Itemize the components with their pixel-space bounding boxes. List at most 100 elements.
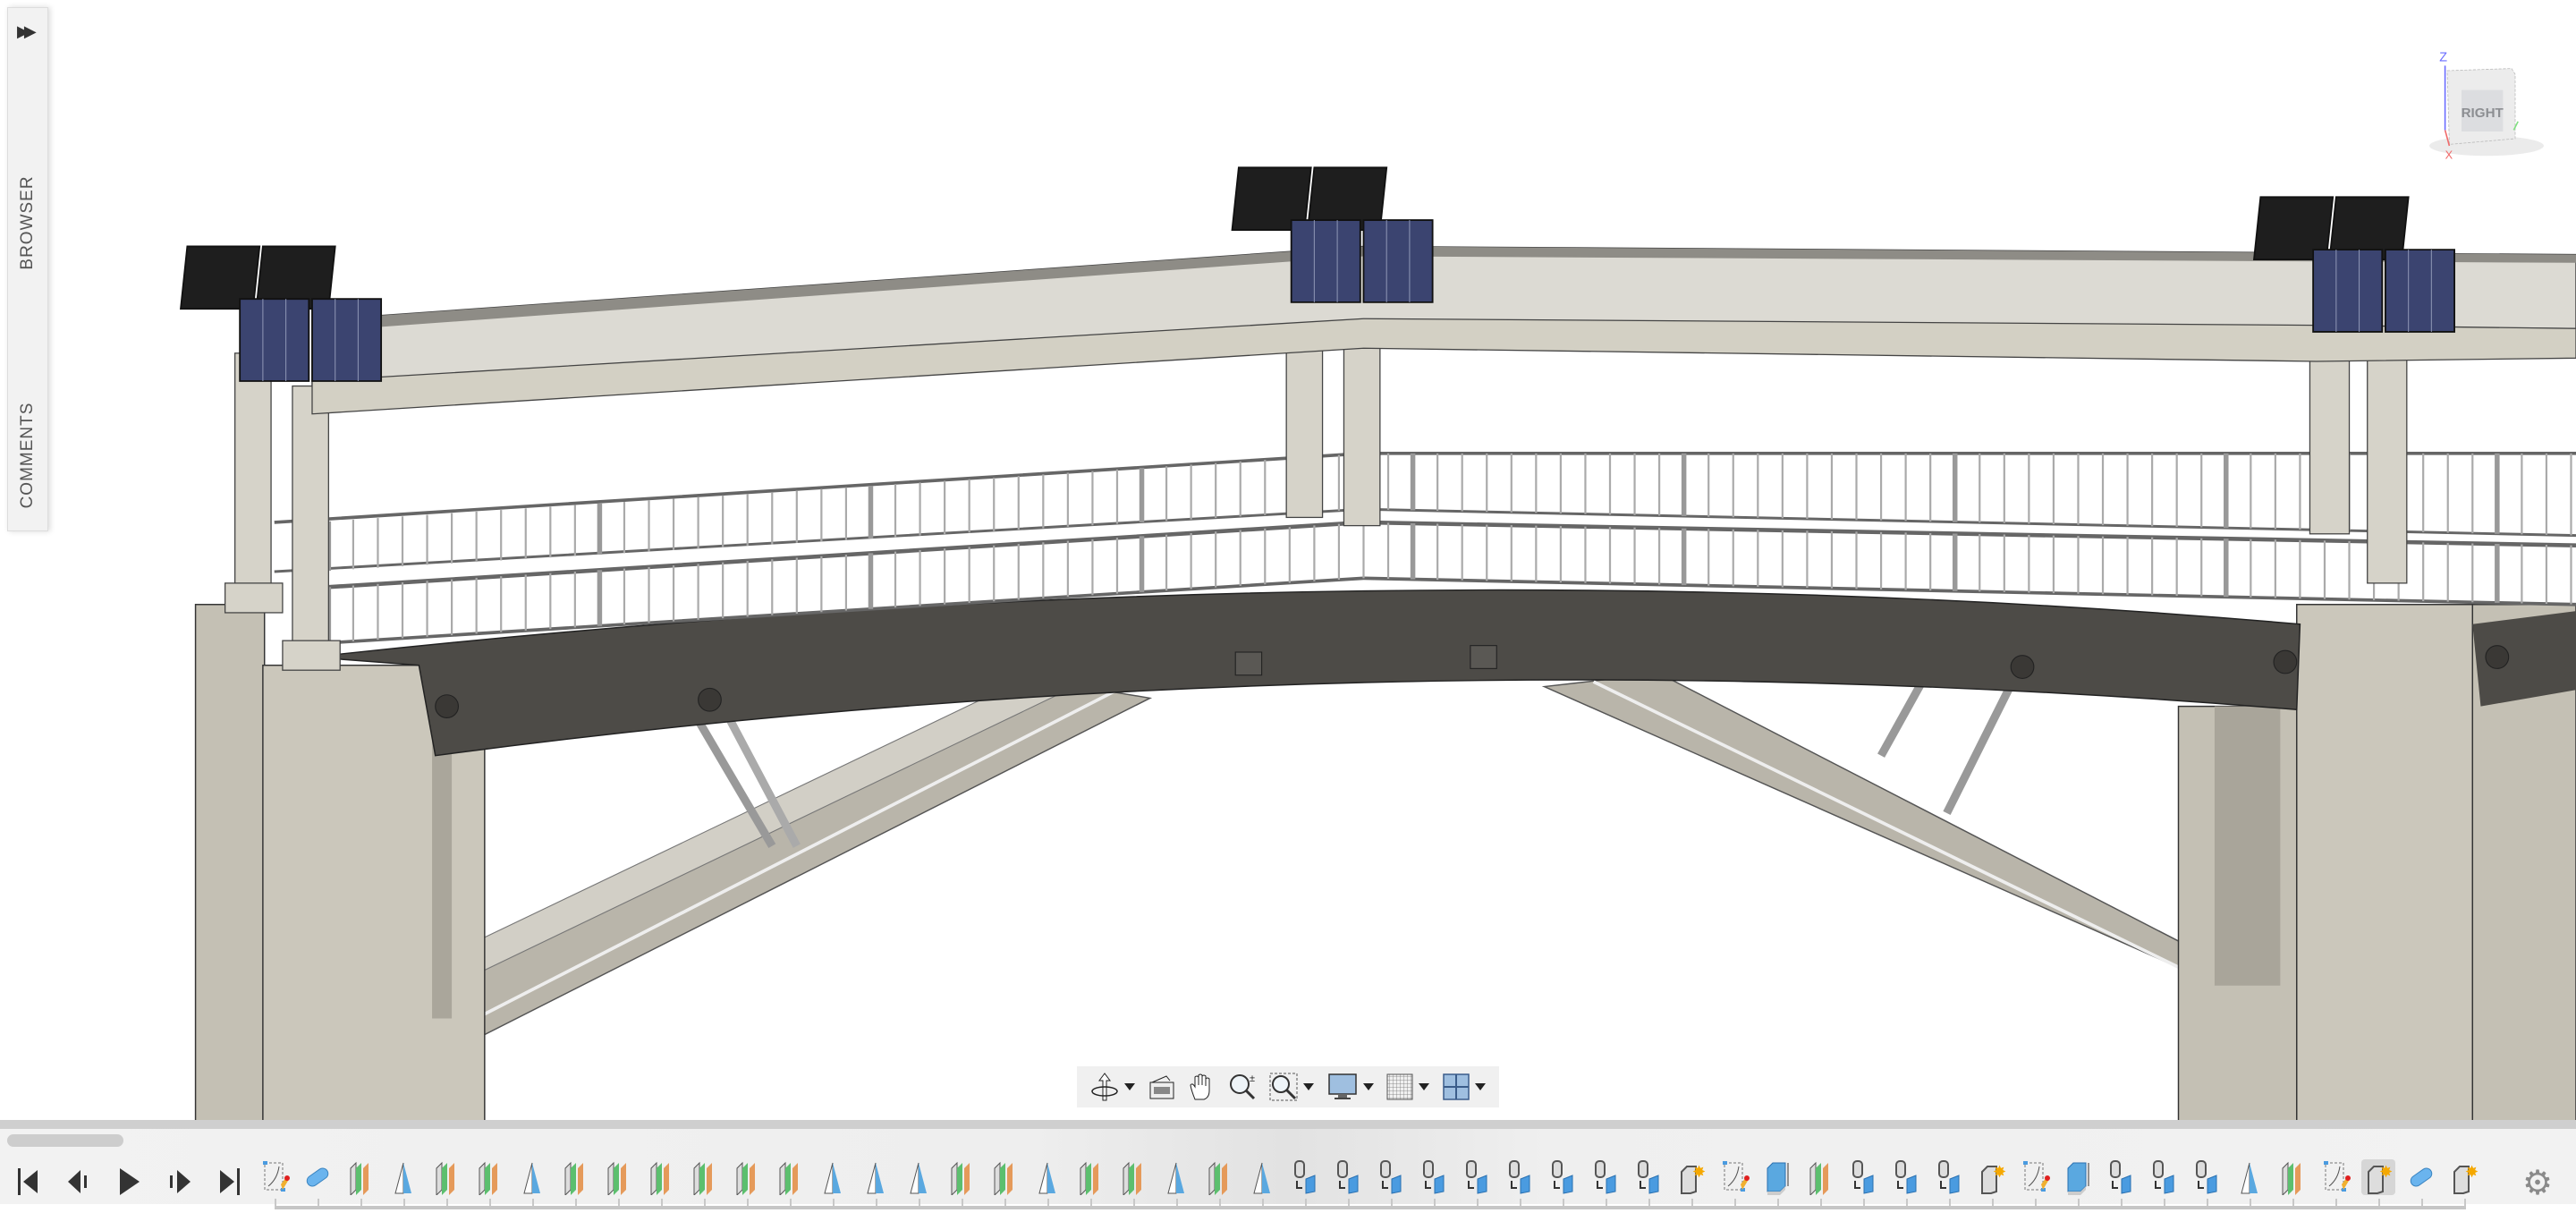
timeline-feature-plane[interactable] bbox=[601, 1159, 635, 1195]
timeline-feature-plane[interactable] bbox=[644, 1159, 678, 1195]
timeline-features: ✸ ✸ ✸ ✸ bbox=[0, 1129, 2576, 1213]
timeline-feature-plane[interactable] bbox=[1803, 1159, 1837, 1195]
timeline-feature-axis[interactable] bbox=[1245, 1159, 1279, 1195]
grid-icon bbox=[1386, 1073, 1413, 1100]
move-icon bbox=[2147, 1159, 2181, 1195]
timeline-feature-move[interactable] bbox=[1288, 1159, 1322, 1195]
timeline-feature-move[interactable] bbox=[1932, 1159, 1966, 1195]
timeline-feature-move[interactable] bbox=[1889, 1159, 1923, 1195]
viewports-button[interactable] bbox=[1443, 1073, 1486, 1100]
timeline-feature-plane[interactable] bbox=[2275, 1159, 2309, 1195]
timeline-feature-extrude[interactable] bbox=[1760, 1159, 1794, 1195]
timeline-feature-plane[interactable] bbox=[429, 1159, 463, 1195]
timeline-feature-component[interactable]: ✸ bbox=[1674, 1159, 1708, 1195]
chevron-down-icon[interactable] bbox=[1303, 1083, 1314, 1090]
timeline-feature-axis[interactable] bbox=[2233, 1159, 2267, 1195]
timeline-feature-extrude[interactable] bbox=[2061, 1159, 2095, 1195]
timeline-feature-move[interactable] bbox=[1374, 1159, 1408, 1195]
axis-icon bbox=[1245, 1159, 1279, 1195]
axis-icon bbox=[515, 1159, 549, 1195]
gear-icon[interactable]: ⚙ bbox=[2522, 1163, 2553, 1203]
browser-tab-label: BROWSER bbox=[18, 175, 38, 269]
pan-button[interactable] bbox=[1188, 1073, 1215, 1101]
zoom-button[interactable]: ± bbox=[1228, 1073, 1257, 1101]
move-icon bbox=[2104, 1159, 2138, 1195]
timeline-feature-plane[interactable] bbox=[472, 1159, 506, 1195]
timeline-feature-sketch[interactable] bbox=[1717, 1159, 1751, 1195]
orbit-button[interactable] bbox=[1090, 1072, 1135, 1102]
timeline-feature-plane[interactable] bbox=[558, 1159, 592, 1195]
timeline-feature-axis[interactable] bbox=[386, 1159, 420, 1195]
timeline-feature-axis[interactable] bbox=[902, 1159, 936, 1195]
move-icon bbox=[1460, 1159, 1494, 1195]
timeline-feature-axis[interactable] bbox=[1030, 1159, 1064, 1195]
timeline-feature-pipe[interactable] bbox=[301, 1159, 335, 1195]
timeline-feature-axis[interactable] bbox=[1159, 1159, 1193, 1195]
timeline-feature-move[interactable] bbox=[2104, 1159, 2138, 1195]
browser-tab[interactable]: BROWSER bbox=[8, 142, 47, 303]
svg-text:Z: Z bbox=[2439, 51, 2447, 65]
double-chevron-right-icon[interactable]: ▶▶ bbox=[17, 22, 31, 41]
timeline-feature-sketch[interactable] bbox=[258, 1159, 292, 1195]
move-icon bbox=[2190, 1159, 2224, 1195]
timeline-feature-move[interactable] bbox=[1546, 1159, 1580, 1195]
timeline-feature-move[interactable] bbox=[1417, 1159, 1451, 1195]
timeline-feature-component[interactable]: ✸ bbox=[2447, 1159, 2481, 1195]
timeline-feature-plane[interactable] bbox=[1073, 1159, 1107, 1195]
svg-text:✸: ✸ bbox=[1692, 1163, 1706, 1181]
look-at-button[interactable] bbox=[1148, 1073, 1175, 1100]
3d-viewport[interactable] bbox=[0, 0, 2576, 1120]
plane-icon bbox=[945, 1159, 979, 1195]
timeline-feature-move[interactable] bbox=[1846, 1159, 1880, 1195]
timeline-feature-move[interactable] bbox=[1589, 1159, 1623, 1195]
timeline-feature-axis[interactable] bbox=[859, 1159, 893, 1195]
sketch-icon bbox=[1717, 1159, 1751, 1195]
chevron-down-icon[interactable] bbox=[1419, 1083, 1429, 1090]
grid-snaps-button[interactable] bbox=[1386, 1073, 1429, 1100]
timeline-feature-pipe[interactable] bbox=[2404, 1159, 2438, 1195]
timeline-feature-plane[interactable] bbox=[730, 1159, 764, 1195]
axis-icon bbox=[1159, 1159, 1193, 1195]
timeline-feature-plane[interactable] bbox=[1202, 1159, 1236, 1195]
timeline-feature-component[interactable]: ✸ bbox=[1975, 1159, 2009, 1195]
component-icon: ✸ bbox=[2447, 1159, 2481, 1195]
timeline-feature-plane[interactable] bbox=[773, 1159, 807, 1195]
svg-text:✸: ✸ bbox=[2379, 1163, 2393, 1181]
timeline-feature-plane[interactable] bbox=[1116, 1159, 1150, 1195]
timeline-feature-move[interactable] bbox=[2147, 1159, 2181, 1195]
comments-tab-label: COMMENTS bbox=[18, 403, 38, 509]
timeline-feature-move[interactable] bbox=[1460, 1159, 1494, 1195]
move-icon bbox=[1546, 1159, 1580, 1195]
fit-button[interactable] bbox=[1269, 1073, 1314, 1101]
timeline-feature-axis[interactable] bbox=[816, 1159, 850, 1195]
chevron-down-icon[interactable] bbox=[1124, 1083, 1135, 1090]
deck-girder bbox=[312, 590, 2300, 756]
component-icon: ✸ bbox=[1674, 1159, 1708, 1195]
timeline-feature-move[interactable] bbox=[2190, 1159, 2224, 1195]
component-icon: ✸ bbox=[2361, 1159, 2395, 1195]
chevron-down-icon[interactable] bbox=[1363, 1083, 1374, 1090]
zoom-icon: ± bbox=[1228, 1073, 1257, 1101]
view-cube[interactable]: RIGHT Z X bbox=[2415, 27, 2558, 179]
timeline-feature-sketch[interactable] bbox=[2318, 1159, 2352, 1195]
viewcube-face-label: RIGHT bbox=[2462, 106, 2504, 121]
axis-icon bbox=[816, 1159, 850, 1195]
timeline-feature-move[interactable] bbox=[1331, 1159, 1365, 1195]
timeline-feature-component[interactable]: ✸ bbox=[2361, 1159, 2395, 1195]
display-settings-button[interactable] bbox=[1327, 1073, 1374, 1101]
timeline-feature-plane[interactable] bbox=[343, 1159, 377, 1195]
timeline-feature-plane[interactable] bbox=[945, 1159, 979, 1195]
sketch-icon bbox=[2018, 1159, 2052, 1195]
timeline-feature-sketch[interactable] bbox=[2018, 1159, 2052, 1195]
extrude-icon bbox=[2061, 1159, 2095, 1195]
timeline-feature-move[interactable] bbox=[1503, 1159, 1537, 1195]
svg-text:±: ± bbox=[1250, 1073, 1255, 1084]
timeline-feature-axis[interactable] bbox=[515, 1159, 549, 1195]
plane-icon bbox=[773, 1159, 807, 1195]
timeline-feature-plane[interactable] bbox=[987, 1159, 1021, 1195]
timeline-feature-plane[interactable] bbox=[687, 1159, 721, 1195]
comments-tab[interactable]: COMMENTS bbox=[8, 384, 47, 527]
bridge-model[interactable] bbox=[0, 0, 2576, 1204]
timeline-feature-move[interactable] bbox=[1631, 1159, 1665, 1195]
chevron-down-icon[interactable] bbox=[1475, 1083, 1486, 1090]
